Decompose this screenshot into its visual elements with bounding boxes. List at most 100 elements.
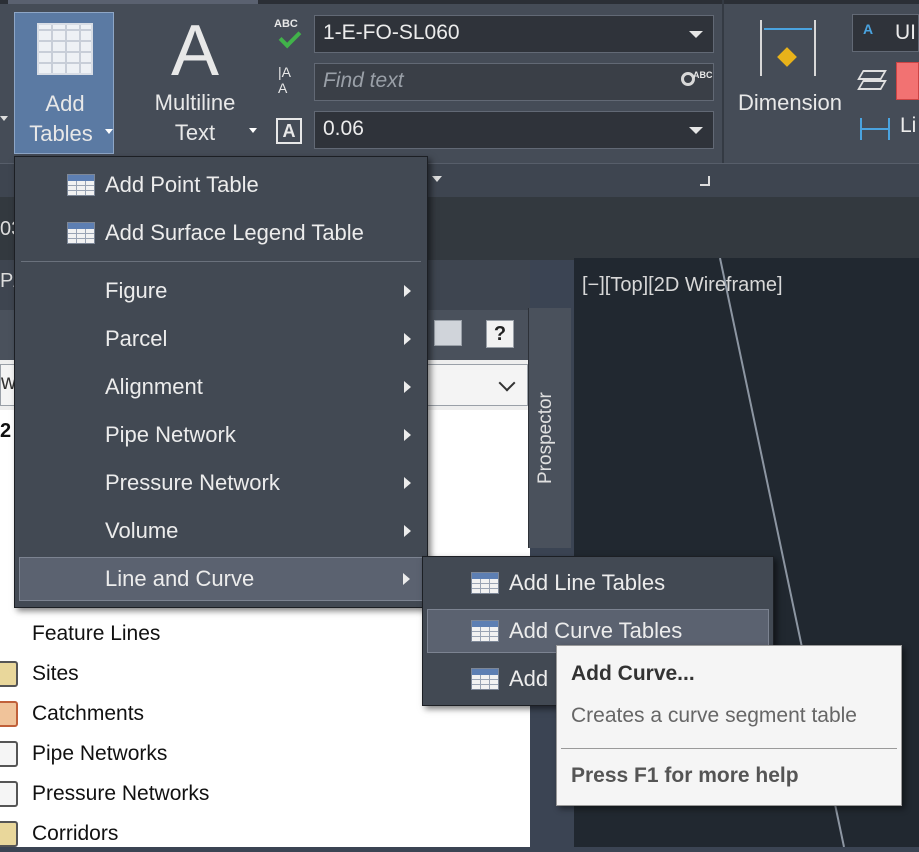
menu-item-label: Line and Curve — [105, 566, 255, 591]
menu-item-label: Pressure Network — [105, 470, 280, 495]
menu-item-label: Pipe Network — [105, 422, 236, 447]
document-icon[interactable] — [434, 320, 462, 346]
dimension-button[interactable]: Dimension — [732, 14, 848, 154]
text-style-icon[interactable]: A — [276, 118, 302, 144]
pressure-network-icon — [0, 781, 18, 807]
menu-item-line-and-curve[interactable]: Line and Curve — [19, 557, 423, 601]
corridor-icon — [0, 821, 18, 847]
menu-item-label: Add Surface Legend Table — [105, 220, 364, 245]
submenu-item-label: Add Curve Tables — [509, 618, 683, 643]
tree-item-pipe-networks[interactable]: Pipe Networks — [0, 736, 167, 772]
linear-label: Li — [900, 114, 917, 137]
tooltip-separator — [561, 748, 897, 749]
tooltip-title: Add Curve... — [571, 662, 695, 685]
chevron-right-icon — [404, 477, 411, 489]
spell-check-icon[interactable]: ABC — [272, 18, 306, 50]
submenu-item-label: Add — [509, 666, 549, 691]
menu-item-parcel[interactable]: Parcel — [19, 317, 423, 361]
chevron-down-icon — [105, 129, 113, 134]
text-height-value: 0.06 — [323, 117, 364, 140]
menu-item-label: Volume — [105, 518, 179, 543]
tree-item-sites[interactable]: Sites — [0, 656, 79, 692]
menu-item-figure[interactable]: Figure — [19, 269, 423, 313]
tree-item-label: Feature Lines — [32, 622, 161, 645]
table-icon — [471, 620, 499, 642]
menu-item-add-surface-legend-table[interactable]: Add Surface Legend Table — [19, 211, 423, 255]
tree-item-label: Corridors — [32, 822, 119, 845]
menu-item-label: Alignment — [105, 374, 203, 399]
text-height-combo[interactable]: 0.06 — [314, 111, 714, 149]
cut-tree-label: 2 — [0, 420, 12, 442]
find-text-placeholder: Find text — [323, 69, 404, 92]
find-replace-icon[interactable]: ABC — [679, 68, 713, 94]
submenu-item-add-line-tables[interactable]: Add Line Tables — [427, 561, 769, 605]
add-tables-label-2: Tables — [29, 121, 93, 146]
catchment-icon — [0, 701, 18, 727]
tree-item-label: Pipe Networks — [32, 742, 168, 765]
text-height-icon[interactable]: |A A — [278, 64, 302, 98]
add-tables-menu: Add Point Table Add Surface Legend Table… — [14, 156, 428, 608]
layer-combo[interactable]: A UI — [852, 14, 919, 52]
text-style-combo[interactable]: 1-E-FO-SL060 — [314, 15, 714, 53]
chevron-right-icon — [404, 429, 411, 441]
multiline-text-button[interactable]: A Multiline Text — [135, 11, 257, 154]
chevron-down-icon[interactable] — [432, 176, 442, 182]
tree-item-feature-lines[interactable]: Feature Lines — [0, 616, 160, 652]
chevron-right-icon — [403, 573, 410, 585]
chevron-right-icon — [404, 381, 411, 393]
multiline-label-1: Multiline — [154, 90, 236, 115]
table-icon — [67, 222, 95, 244]
chevron-down-icon — [689, 31, 703, 38]
tree-item-catchments[interactable]: Catchments — [0, 696, 144, 732]
layer-icon: A — [863, 21, 874, 37]
help-icon[interactable]: ? — [486, 320, 514, 348]
pipe-network-icon — [0, 741, 18, 767]
table-icon — [37, 23, 93, 75]
menu-item-pipe-network[interactable]: Pipe Network — [19, 413, 423, 457]
menu-item-label: Figure — [105, 278, 168, 303]
chevron-down-icon — [249, 128, 257, 133]
dimension-icon — [760, 20, 816, 76]
ribbon-tab-strip — [0, 0, 919, 4]
menu-item-pressure-network[interactable]: Pressure Network — [19, 461, 423, 505]
text-style-value: 1-E-FO-SL060 — [323, 21, 460, 44]
menu-item-volume[interactable]: Volume — [19, 509, 423, 553]
ribbon-overflow-arrow[interactable] — [0, 104, 10, 134]
site-icon — [0, 661, 18, 687]
chevron-down-icon — [689, 127, 703, 134]
panel-launcher-icon[interactable] — [700, 176, 710, 186]
layer-color-swatch[interactable] — [896, 62, 919, 100]
chevron-right-icon — [404, 333, 411, 345]
tree-item-label: Catchments — [32, 702, 145, 725]
layer-label: UI — [895, 21, 916, 44]
dimension-label: Dimension — [738, 90, 842, 115]
command-tooltip: Add Curve... Creates a curve segment tab… — [556, 645, 902, 806]
prospector-tab[interactable]: Prospector — [528, 308, 571, 548]
viewport-controls-label[interactable]: [−][Top][2D Wireframe] — [582, 274, 783, 297]
chevron-right-icon — [404, 525, 411, 537]
add-tables-button[interactable]: Add Tables — [14, 12, 114, 154]
text-a-icon: A — [170, 11, 220, 91]
multiline-label-2: Text — [174, 120, 216, 145]
menu-item-label: Add Point Table — [105, 172, 259, 197]
table-icon — [67, 174, 95, 196]
feature-line-icon — [0, 621, 18, 647]
tooltip-help: Press F1 for more help — [571, 764, 799, 787]
tree-item-label: Pressure Networks — [32, 782, 210, 805]
chevron-right-icon — [404, 285, 411, 297]
chevron-down-icon — [498, 374, 516, 392]
menu-item-alignment[interactable]: Alignment — [19, 365, 423, 409]
linear-dimension-icon[interactable] — [858, 118, 894, 142]
menu-item-add-point-table[interactable]: Add Point Table — [19, 163, 423, 207]
tree-item-label: Sites — [32, 662, 79, 685]
layers-icon[interactable] — [857, 68, 887, 94]
table-icon — [471, 668, 499, 690]
find-text-field[interactable]: Find text ABC — [314, 63, 714, 101]
prospector-label: Prospector — [535, 392, 556, 484]
table-icon — [471, 572, 499, 594]
add-tables-label-1: Add — [45, 91, 85, 116]
menu-item-label: Parcel — [105, 326, 168, 351]
tree-item-pressure-networks[interactable]: Pressure Networks — [0, 776, 209, 812]
tooltip-description: Creates a curve segment table — [571, 704, 857, 727]
submenu-item-label: Add Line Tables — [509, 570, 666, 595]
